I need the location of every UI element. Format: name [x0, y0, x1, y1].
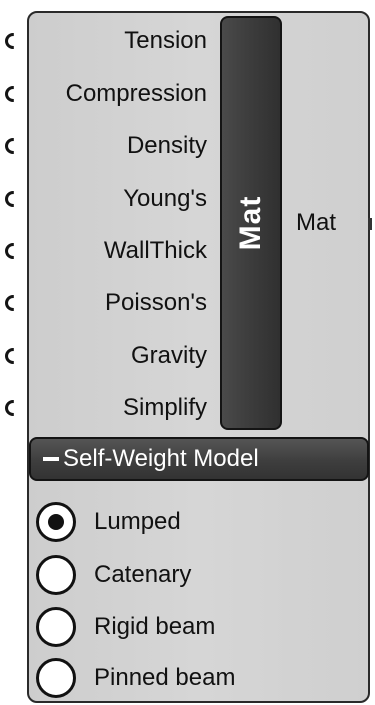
input-label-wallthick: WallThick — [103, 237, 207, 264]
input-grip-wallthick[interactable] — [5, 243, 14, 259]
input-grip-simplify[interactable] — [5, 400, 14, 416]
collapse-minus-icon[interactable] — [43, 457, 59, 461]
radio-option-lumped[interactable]: Lumped — [36, 502, 181, 542]
input-label-simplify: Simplify — [122, 394, 207, 421]
self-weight-model-header[interactable]: Self-Weight Model — [29, 437, 369, 481]
radio-option-pinned-beam[interactable]: Pinned beam — [36, 658, 235, 698]
input-grip-gravity[interactable] — [5, 348, 14, 364]
input-grip-poissons[interactable] — [5, 295, 14, 311]
radio-dot-icon — [48, 514, 64, 530]
input-label-density: Density — [126, 132, 207, 159]
section-title: Self-Weight Model — [63, 445, 259, 472]
radio-button-icon[interactable] — [36, 607, 76, 647]
radio-label-rigid-beam: Rigid beam — [94, 613, 216, 640]
radio-label-pinned-beam: Pinned beam — [94, 664, 236, 691]
input-grip-density[interactable] — [5, 138, 14, 154]
component-name-bar[interactable]: Mat — [220, 16, 282, 430]
input-label-tension: Tension — [124, 27, 207, 54]
radio-label-catenary: Catenary — [94, 561, 192, 588]
input-label-gravity: Gravity — [130, 342, 207, 369]
radio-button-selected-icon[interactable] — [36, 502, 76, 542]
input-label-compression: Compression — [65, 80, 207, 107]
component-name-label: Mat — [234, 195, 267, 251]
input-grip-compression[interactable] — [5, 86, 14, 102]
radio-option-catenary[interactable]: Catenary — [36, 555, 191, 595]
input-grip-tension[interactable] — [5, 33, 14, 49]
radio-button-icon[interactable] — [36, 555, 76, 595]
input-label-poissons: Poisson's — [105, 289, 207, 316]
radio-label-lumped: Lumped — [94, 508, 181, 535]
radio-option-rigid-beam[interactable]: Rigid beam — [36, 607, 215, 647]
input-label-youngs: Young's — [123, 185, 207, 212]
radio-button-icon[interactable] — [36, 658, 76, 698]
input-grip-youngs[interactable] — [5, 191, 14, 207]
output-label-mat: Mat — [296, 209, 337, 236]
output-grip-mat[interactable] — [368, 218, 372, 230]
